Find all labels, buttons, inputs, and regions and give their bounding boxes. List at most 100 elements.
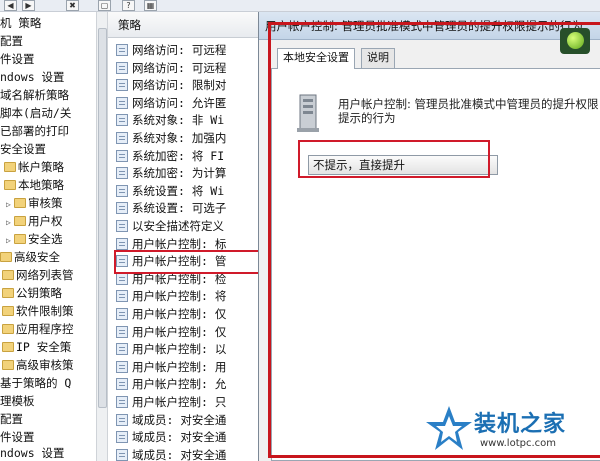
tree-item[interactable]: ndows 设置 bbox=[0, 68, 65, 86]
tree-item[interactable]: ▷ 审核策 bbox=[6, 194, 63, 212]
back-button[interactable]: ◀ bbox=[4, 0, 17, 11]
tab-local-security-setting[interactable]: 本地安全设置 bbox=[277, 48, 355, 69]
tree-item[interactable]: 件设置 bbox=[0, 50, 35, 68]
table-row[interactable]: 系统加密: 将 FI bbox=[108, 148, 224, 165]
table-row[interactable]: 用户帐户控制: 以 bbox=[108, 341, 226, 358]
policy-icon bbox=[116, 290, 128, 303]
tree-item[interactable]: IP 安全策 bbox=[2, 338, 71, 356]
table-row[interactable]: 系统设置: 将 Wi bbox=[108, 183, 224, 200]
policy-name: 用户帐户控制: 只 bbox=[132, 395, 227, 409]
policy-name: 网络访问: 允许匿 bbox=[132, 95, 227, 110]
tree-item[interactable]: 高级安全 bbox=[0, 248, 60, 266]
table-row[interactable]: 域成员: 对安全通 bbox=[108, 447, 226, 461]
folder-icon bbox=[4, 162, 16, 172]
tree-item[interactable]: 理模板 bbox=[0, 392, 35, 410]
table-row[interactable]: 网络访问: 可远程 bbox=[108, 42, 226, 59]
table-row[interactable]: 系统对象: 加强内 bbox=[108, 130, 226, 147]
policy-icon bbox=[116, 96, 128, 109]
policy-icon bbox=[116, 132, 128, 144]
tree-item[interactable]: 软件限制策 bbox=[2, 302, 74, 320]
policy-name: 域成员: 对安全通 bbox=[132, 412, 227, 427]
table-row[interactable]: 系统对象: 非 Wi bbox=[108, 112, 224, 129]
policy-name: 用户帐户控制: 允 bbox=[132, 377, 227, 392]
folder-icon bbox=[14, 198, 26, 208]
tree-item[interactable]: ▷ 安全选 bbox=[6, 230, 63, 248]
watermark-url: www.lotpc.com bbox=[480, 438, 556, 449]
tree-item[interactable]: 脚本(启动/关 bbox=[0, 104, 71, 122]
policy-icon bbox=[116, 272, 128, 285]
delete-button[interactable]: ✖ bbox=[66, 0, 79, 11]
policy-name: 以安全描述符定义 bbox=[132, 219, 224, 233]
folder-icon bbox=[14, 216, 26, 226]
tree-item[interactable]: 机 策略 bbox=[0, 14, 41, 32]
table-row[interactable]: 域成员: 对安全通 bbox=[108, 429, 226, 446]
tree-item[interactable]: 基于策略的 Q bbox=[0, 374, 71, 392]
policy-name: 系统对象: 非 Wi bbox=[132, 113, 225, 128]
table-row[interactable]: 网络访问: 限制对 bbox=[108, 77, 226, 94]
policy-name: 系统设置: 可选子 bbox=[132, 201, 227, 216]
tree-item[interactable]: 配置 bbox=[0, 32, 23, 50]
table-row[interactable]: 用户帐户控制: 用 bbox=[108, 359, 226, 376]
policy-name: 系统加密: 为计算 bbox=[132, 166, 227, 181]
policy-name: 网络访问: 可远程 bbox=[132, 43, 227, 57]
policy-name: 系统加密: 将 FI bbox=[132, 148, 225, 163]
table-row[interactable]: 系统加密: 为计算 bbox=[108, 165, 226, 182]
tree-item[interactable]: 域名解析策略 bbox=[0, 86, 69, 104]
site-watermark: 装机之家 www.lotpc.com bbox=[424, 402, 600, 458]
console-button[interactable]: ▦ bbox=[144, 0, 157, 11]
table-row[interactable]: 域成员: 对安全通 bbox=[108, 412, 226, 429]
policy-list: 策略 网络访问: 可远程 网络访问: 可远程 网络访问: 限制对 网络访问: 允许匿系… bbox=[108, 12, 258, 461]
forward-button[interactable]: ▶ bbox=[22, 0, 35, 11]
policy-name: 网络访问: 可远程 bbox=[132, 60, 227, 75]
policy-icon bbox=[116, 308, 128, 320]
app-logo-icon bbox=[560, 28, 590, 54]
table-row[interactable]: 用户帐户控制: 仅 bbox=[108, 324, 226, 341]
tree-scrollbar[interactable] bbox=[96, 12, 108, 461]
tree-item[interactable]: 配置 bbox=[0, 410, 23, 428]
policy-icon bbox=[116, 44, 128, 56]
tree-item[interactable]: ▷ 用户权 bbox=[6, 212, 63, 230]
tree-item[interactable]: 帐户策略 bbox=[4, 158, 64, 176]
table-row[interactable]: 以安全描述符定义 bbox=[108, 218, 224, 235]
policy-name: 域成员: 对安全通 bbox=[132, 430, 227, 445]
policy-icon bbox=[116, 114, 128, 127]
column-header-policy[interactable]: 策略 bbox=[108, 12, 258, 38]
policy-name: 网络访问: 限制对 bbox=[132, 78, 227, 93]
folder-icon bbox=[2, 342, 14, 352]
table-row[interactable]: 网络访问: 可远程 bbox=[108, 60, 226, 77]
table-row[interactable]: 用户帐户控制: 允 bbox=[108, 376, 226, 393]
tree-item[interactable]: 公钥策略 bbox=[2, 284, 62, 302]
tree-item[interactable]: 已部署的打印 bbox=[0, 122, 69, 140]
policy-icon bbox=[116, 431, 128, 444]
console-tree: 机 策略 配置 件设置 ndows 设置 域名解析策略 脚本(启动/关 已部署的… bbox=[0, 12, 96, 461]
tree-item[interactable]: 高级审核策 bbox=[2, 356, 74, 374]
table-row[interactable]: 网络访问: 允许匿 bbox=[108, 95, 226, 112]
show-hide-button[interactable]: ▢ bbox=[98, 0, 111, 11]
policy-name: 用户帐户控制: 用 bbox=[132, 359, 227, 374]
policy-icon bbox=[116, 184, 128, 197]
folder-icon bbox=[2, 360, 14, 370]
table-row[interactable]: 用户帐户控制: 只 bbox=[108, 394, 226, 411]
folder-icon bbox=[2, 324, 14, 334]
tree-item[interactable]: 安全设置 bbox=[0, 140, 46, 158]
folder-icon bbox=[2, 270, 14, 280]
tree-item[interactable]: 网络列表管 bbox=[2, 266, 74, 284]
star-logo-icon bbox=[426, 406, 472, 450]
policy-icon bbox=[116, 79, 128, 92]
table-row[interactable]: 系统设置: 可选子 bbox=[108, 200, 226, 217]
folder-icon bbox=[0, 252, 12, 262]
table-row[interactable]: 用户帐户控制: 将 bbox=[108, 288, 226, 305]
policy-icon bbox=[116, 237, 128, 250]
policy-icon bbox=[116, 360, 128, 373]
policy-name: 域成员: 对安全通 bbox=[132, 447, 227, 461]
tree-item[interactable]: 应用程序控 bbox=[2, 320, 74, 338]
policy-icon bbox=[116, 378, 128, 391]
tree-item[interactable]: ndows 设置 bbox=[0, 444, 65, 461]
dialog-highlight-frame bbox=[268, 22, 600, 458]
tree-item[interactable]: 本地策略 bbox=[4, 176, 64, 194]
policy-icon bbox=[116, 396, 128, 408]
help-button[interactable]: ? bbox=[122, 0, 135, 11]
scroll-thumb[interactable] bbox=[98, 28, 107, 408]
policy-icon bbox=[116, 343, 128, 356]
table-row[interactable]: 用户帐户控制: 仅 bbox=[108, 306, 226, 323]
